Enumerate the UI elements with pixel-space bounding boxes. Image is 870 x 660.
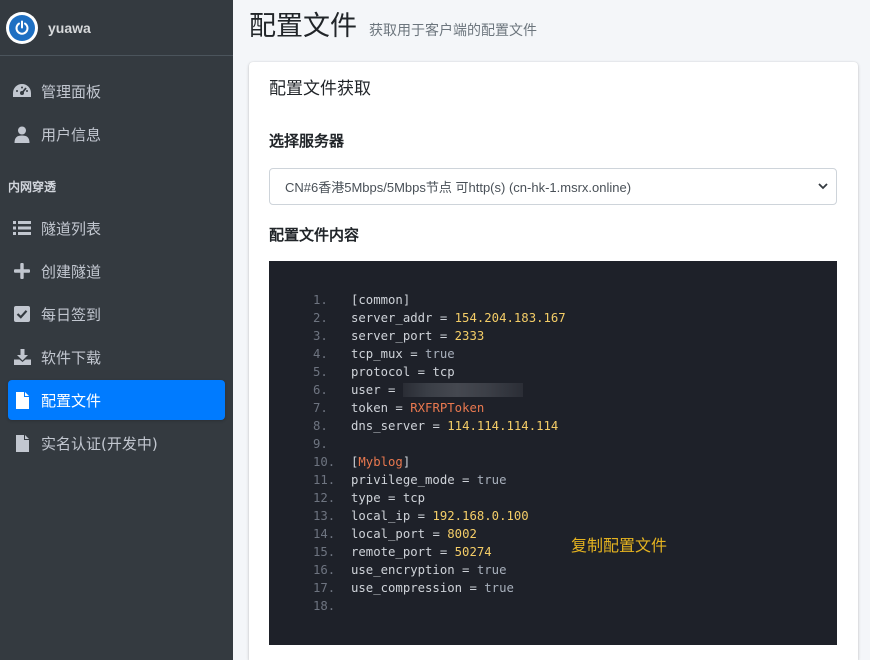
code-line: 6. user = — [313, 381, 566, 399]
sidebar-item-label: 用户信息 — [41, 125, 102, 144]
code-line: 16. use_encryption = true — [313, 563, 507, 577]
code-line: 10.[Myblog] — [313, 455, 411, 469]
page-title: 配置文件 — [249, 11, 357, 42]
content-header: 配置文件 获取用于客户端的配置文件 — [249, 4, 537, 43]
download-icon — [10, 347, 34, 367]
code-line: 2. server_addr = 154.204.183.167 — [313, 311, 566, 325]
sidebar-nav-tunnels: 隧道列表 创建隧道 每日签到 软件下载 配置文件 实名认证(开发中) — [0, 208, 233, 463]
code-line: 15. remote_port = 50274 — [313, 545, 492, 559]
sidebar-item-user-info[interactable]: 用户信息 — [8, 114, 225, 154]
server-select[interactable]: CN#6香港5Mbps/5Mbps节点 可http(s) (cn-hk-1.ms… — [269, 168, 837, 205]
check-square-icon — [10, 304, 34, 324]
plus-icon — [10, 261, 34, 281]
list-icon — [10, 218, 34, 238]
sidebar-item-daily-checkin[interactable]: 每日签到 — [8, 294, 225, 334]
sidebar-item-software-download[interactable]: 软件下载 — [8, 337, 225, 377]
code-line: 9. — [313, 437, 328, 451]
file-icon — [10, 390, 34, 410]
copy-config-button[interactable]: 复制配置文件 — [571, 532, 667, 556]
sidebar-item-label: 创建隧道 — [41, 262, 102, 281]
code-line: 3. server_port = 2333 — [313, 329, 485, 343]
sidebar-item-tunnel-list[interactable]: 隧道列表 — [8, 208, 225, 248]
page-subtitle: 获取用于客户端的配置文件 — [369, 23, 537, 39]
sidebar-item-label: 软件下载 — [41, 348, 102, 367]
server-select-label: 选择服务器 — [269, 132, 345, 150]
dashboard-icon — [10, 81, 34, 101]
code-line: 13. local_ip = 192.168.0.100 — [313, 509, 529, 523]
config-code-block[interactable]: 1.[common] 2. server_addr = 154.204.183.1… — [269, 261, 837, 645]
code-line: 12. type = tcp — [313, 491, 426, 505]
card-title: 配置文件获取 — [269, 79, 371, 99]
code-line: 4. tcp_mux = true — [313, 347, 455, 361]
code-line: 8. dns_server = 114.114.114.114 — [313, 419, 559, 433]
brand-logo-icon — [6, 11, 38, 44]
code-line: 7. token = RXFRPToken — [313, 401, 485, 415]
sidebar-item-create-tunnel[interactable]: 创建隧道 — [8, 251, 225, 291]
code-line: 14. local_port = 8002 — [313, 527, 477, 541]
sidebar-item-config-file[interactable]: 配置文件 — [8, 380, 225, 420]
code-line: 18. — [313, 599, 336, 613]
code-line: 11. privilege_mode = true — [313, 473, 507, 487]
config-card: 配置文件获取 选择服务器 CN#6香港5Mbps/5Mbps节点 可http(s… — [249, 62, 858, 660]
sidebar: yuawa 管理面板 用户信息 内网穿透 隧道列表 创建隧道 每日签到 软件下载… — [0, 0, 233, 660]
code-line: 5. protocol = tcp — [313, 365, 455, 379]
sidebar-section-header: 内网穿透 — [8, 180, 57, 194]
redacted-user-value — [402, 383, 523, 397]
file-icon — [10, 433, 34, 453]
user-icon — [10, 124, 34, 144]
sidebar-item-label: 隧道列表 — [41, 219, 102, 238]
code-lines: 1.[common] 2. server_addr = 154.204.183.1… — [313, 291, 566, 615]
chevron-down-icon — [818, 183, 828, 190]
sidebar-item-label: 配置文件 — [41, 391, 102, 410]
server-select-value: CN#6香港5Mbps/5Mbps节点 可http(s) (cn-hk-1.ms… — [285, 180, 632, 195]
sidebar-nav: 管理面板 用户信息 — [0, 71, 233, 154]
sidebar-item-label: 管理面板 — [41, 82, 102, 101]
sidebar-item-real-name-auth[interactable]: 实名认证(开发中) — [8, 423, 225, 463]
sidebar-item-label: 每日签到 — [41, 305, 102, 324]
brand[interactable]: yuawa — [0, 0, 233, 56]
brand-name: yuawa — [48, 19, 91, 36]
sidebar-item-dashboard[interactable]: 管理面板 — [8, 71, 225, 111]
code-line: 1.[common] — [313, 293, 411, 307]
sidebar-item-label: 实名认证(开发中) — [41, 434, 158, 453]
code-line: 17. use_compression = true — [313, 581, 514, 595]
config-content-label: 配置文件内容 — [269, 226, 360, 244]
